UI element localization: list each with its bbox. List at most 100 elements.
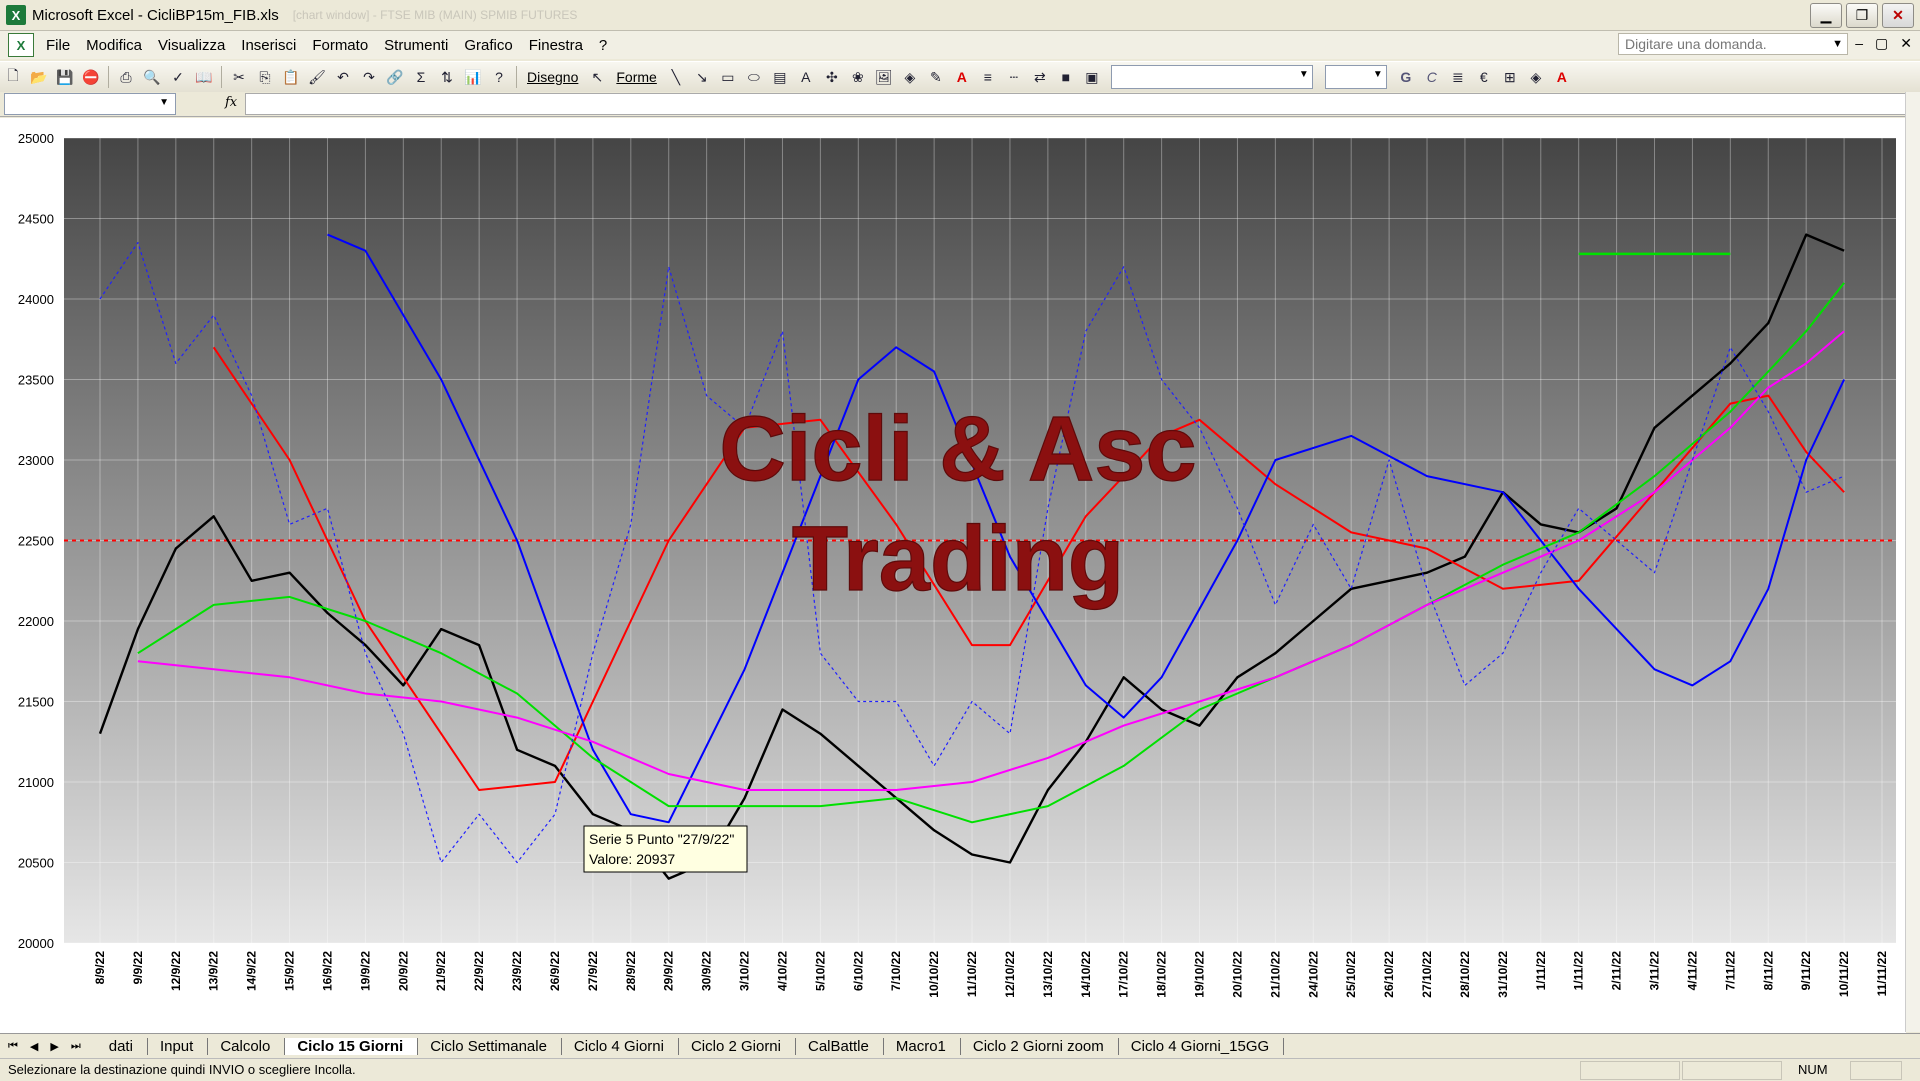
menu-file[interactable]: File xyxy=(46,37,70,54)
menu-formato[interactable]: Formato xyxy=(312,37,368,54)
restore-button[interactable]: ❐ xyxy=(1846,3,1878,28)
spelling-icon[interactable]: ✓ xyxy=(167,66,189,88)
first-tab-icon[interactable]: ⏮ xyxy=(8,1040,18,1053)
line-icon[interactable]: ╲ xyxy=(665,66,687,88)
tab-ciclo-4-giorni[interactable]: Ciclo 4 Giorni xyxy=(562,1037,679,1055)
tab-dati[interactable]: dati xyxy=(97,1037,148,1055)
font-color-icon[interactable]: A xyxy=(951,66,973,88)
y-tick-label: 24000 xyxy=(18,292,54,307)
menu-finestra[interactable]: Finestra xyxy=(529,37,583,54)
tab-ciclo-2-giorni-zoom[interactable]: Ciclo 2 Giorni zoom xyxy=(961,1037,1119,1055)
undo-icon[interactable]: ↶ xyxy=(332,66,354,88)
align-icon[interactable]: ≣ xyxy=(1447,66,1469,88)
tab-ciclo-4-giorni-15gg[interactable]: Ciclo 4 Giorni_15GG xyxy=(1119,1037,1285,1055)
prev-tab-icon[interactable]: ◀ xyxy=(30,1040,38,1053)
chevron-down-icon[interactable]: ▼ xyxy=(159,97,169,108)
menu-inserisci[interactable]: Inserisci xyxy=(241,37,296,54)
open-icon[interactable]: 📂 xyxy=(28,66,50,88)
save-icon[interactable]: 💾 xyxy=(54,66,76,88)
ask-dropdown-icon[interactable]: ▼ xyxy=(1832,34,1843,54)
menu-modifica[interactable]: Modifica xyxy=(86,37,142,54)
formula-input[interactable] xyxy=(245,93,1914,115)
arrow-style-icon[interactable]: ⇄ xyxy=(1029,66,1051,88)
tab-calbattle[interactable]: CalBattle xyxy=(796,1037,884,1055)
window-title: Microsoft Excel - CicliBP15m_FIB.xls xyxy=(32,6,279,24)
permission-icon[interactable]: ⛔ xyxy=(80,66,102,88)
chart-wizard-icon[interactable]: 📊 xyxy=(462,66,484,88)
tab-ciclo-2-giorni[interactable]: Ciclo 2 Giorni xyxy=(679,1037,796,1055)
tab-ciclo-settimanale[interactable]: Ciclo Settimanale xyxy=(418,1037,562,1055)
chart[interactable]: 25000 24500 24000 23500 23000 22500 22000 21500… xyxy=(0,118,1906,1033)
workbook-close-button[interactable]: ✕ xyxy=(1900,35,1912,52)
redo-icon[interactable]: ↷ xyxy=(358,66,380,88)
format-painter-icon[interactable]: 🖌 xyxy=(306,66,328,88)
tab-input[interactable]: Input xyxy=(148,1037,209,1055)
x-tick-label: 14/10/22 xyxy=(1079,951,1093,998)
x-tick-label: 11/10/22 xyxy=(965,951,979,997)
picture-icon[interactable]: 🖼 xyxy=(873,66,895,88)
x-tick-label: 8/9/22 xyxy=(93,951,107,985)
chevron-down-icon[interactable]: ▼ xyxy=(1299,69,1309,80)
y-tick-label: 20500 xyxy=(18,856,54,871)
vertical-scrollbar[interactable] xyxy=(1905,92,1920,1032)
x-tick-label: 4/11/22 xyxy=(1685,951,1699,991)
paste-icon[interactable]: 📋 xyxy=(280,66,302,88)
fill-icon[interactable]: ◈ xyxy=(1525,66,1547,88)
x-tick-label: 9/11/22 xyxy=(1799,951,1813,991)
draw-menu-button[interactable]: Disegno xyxy=(527,69,578,85)
x-tick-label: 26/10/22 xyxy=(1382,951,1396,998)
borders-icon[interactable]: ⊞ xyxy=(1499,66,1521,88)
menu-strumenti[interactable]: Strumenti xyxy=(384,37,448,54)
italic-button[interactable]: C xyxy=(1421,66,1443,88)
copy-icon[interactable]: ⎘ xyxy=(254,66,276,88)
line-style-icon[interactable]: ≡ xyxy=(977,66,999,88)
select-pointer-icon[interactable]: ↖ xyxy=(586,66,608,88)
ask-question-input[interactable]: Digitare una domanda. ▼ xyxy=(1618,33,1848,55)
3d-icon[interactable]: ▣ xyxy=(1081,66,1103,88)
print-icon[interactable]: ⎙ xyxy=(115,66,137,88)
euro-button[interactable]: € xyxy=(1473,66,1495,88)
shadow-icon[interactable]: ■ xyxy=(1055,66,1077,88)
tab-calcolo[interactable]: Calcolo xyxy=(208,1037,286,1055)
name-box[interactable]: ▼ xyxy=(4,93,176,115)
font-size-combo[interactable]: ▼ xyxy=(1324,65,1387,89)
line-color-icon[interactable]: ✎ xyxy=(925,66,947,88)
chevron-down-icon[interactable]: ▼ xyxy=(1373,69,1383,80)
next-tab-icon[interactable]: ▶ xyxy=(50,1040,58,1053)
cut-icon[interactable]: ✂ xyxy=(228,66,250,88)
last-tab-icon[interactable]: ⏭ xyxy=(71,1040,81,1053)
menu-help[interactable]: ? xyxy=(599,37,607,54)
textbox-icon[interactable]: ▤ xyxy=(769,66,791,88)
menu-visualizza[interactable]: Visualizza xyxy=(158,37,225,54)
font-color-icon[interactable]: A xyxy=(1551,66,1573,88)
sort-icon[interactable]: ⇅ xyxy=(436,66,458,88)
fill-color-icon[interactable]: ◈ xyxy=(899,66,921,88)
help-icon[interactable]: ? xyxy=(488,66,510,88)
dash-style-icon[interactable]: ┄ xyxy=(1003,66,1025,88)
workbook-icon[interactable]: X xyxy=(8,33,34,57)
menu-grafico[interactable]: Grafico xyxy=(464,37,512,54)
rectangle-icon[interactable]: ▭ xyxy=(717,66,739,88)
autoshapes-menu-button[interactable]: Forme xyxy=(616,69,656,85)
clipart-icon[interactable]: ❀ xyxy=(847,66,869,88)
workbook-restore-button[interactable]: ▢ xyxy=(1875,35,1888,52)
font-name-combo[interactable]: ▼ xyxy=(1110,65,1313,89)
close-button[interactable]: ✕ xyxy=(1882,3,1914,28)
workbook-minimize-button[interactable]: – xyxy=(1855,35,1863,52)
new-icon[interactable]: 🗋 xyxy=(2,66,24,88)
excel-app-icon[interactable]: X xyxy=(6,5,26,25)
chart-sheet[interactable]: 25000 24500 24000 23500 23000 22500 22000 21500… xyxy=(0,118,1906,1033)
arrow-icon[interactable]: ↘ xyxy=(691,66,713,88)
minimize-button[interactable]: ▁ xyxy=(1810,3,1842,28)
research-icon[interactable]: 📖 xyxy=(193,66,215,88)
tab-ciclo-15-giorni[interactable]: Ciclo 15 Giorni xyxy=(285,1037,419,1055)
wordart-icon[interactable]: A xyxy=(795,66,817,88)
insert-function-button[interactable]: fx xyxy=(225,95,237,110)
diagram-icon[interactable]: ✣ xyxy=(821,66,843,88)
print-preview-icon[interactable]: 🔍 xyxy=(141,66,163,88)
tab-macro1[interactable]: Macro1 xyxy=(884,1037,961,1055)
hyperlink-icon[interactable]: 🔗 xyxy=(384,66,406,88)
bold-button[interactable]: G xyxy=(1395,66,1417,88)
oval-icon[interactable]: ⬭ xyxy=(743,66,765,88)
autosum-icon[interactable]: Σ xyxy=(410,66,432,88)
